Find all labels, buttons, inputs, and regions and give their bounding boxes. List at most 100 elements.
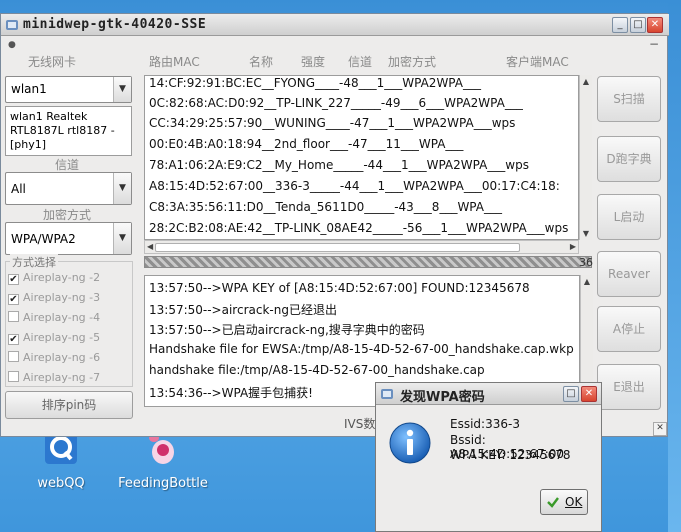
list-item[interactable]: 78:A1:06:2A:E9:C2__My_Home_____-44___1__…: [149, 158, 529, 172]
mode-checkbox[interactable]: Aireplay-ng -7: [8, 371, 100, 384]
channel-label: 信道: [55, 158, 80, 172]
encryption-select[interactable]: WPA/WPA2 ▼: [5, 222, 132, 255]
chevron-down-icon: ▼: [113, 173, 131, 204]
checkbox-box: ✔: [8, 334, 19, 345]
log-line: 13:57:50-->WPA KEY of [A8:15:4D:52:67:00…: [149, 281, 530, 295]
mode-checkbox[interactable]: Aireplay-ng -6: [8, 351, 100, 364]
menu-dot-icon[interactable]: ●: [8, 40, 16, 50]
mode-checkbox-label: Aireplay-ng -7: [23, 371, 101, 384]
mode-checkbox[interactable]: Aireplay-ng -4: [8, 311, 100, 324]
checkmark-icon: [547, 497, 559, 508]
dialog-title-bar[interactable]: 发现WPA密码 □ ✕: [376, 383, 601, 405]
encryption-value: WPA/WPA2: [11, 232, 76, 246]
progress-label: 36: [579, 256, 593, 269]
mode-checkbox[interactable]: ✔ Aireplay-ng -2: [8, 271, 100, 285]
scroll-up-icon[interactable]: ▲: [580, 77, 592, 86]
log-line: 13:57:50-->aircrack-ng已经退出: [149, 303, 337, 317]
mode-checkbox[interactable]: ✔ Aireplay-ng -5: [8, 331, 100, 345]
chevron-down-icon: ▼: [113, 77, 131, 102]
main-window: minidwep-gtk-40420-SSE _ □ ✕ ● − 无线网卡 路由…: [0, 13, 669, 437]
checkbox-box: [8, 371, 19, 382]
interface-select[interactable]: wlan1 ▼: [5, 76, 132, 103]
header-wireless-card: 无线网卡: [28, 55, 77, 69]
scan-button[interactable]: S扫描: [597, 76, 661, 122]
header-router-mac[interactable]: 路由MAC: [149, 53, 200, 70]
log-line: handshake file:/tmp/A8-15-4D-52-67-00_ha…: [149, 363, 485, 377]
network-list-hscrollbar[interactable]: ◀ ▶: [144, 240, 579, 254]
mode-group: 方式选择 ✔ Aireplay-ng -2 ✔ Aireplay-ng -3 Air…: [5, 254, 133, 387]
list-item[interactable]: 28:2C:B2:08:AE:42__TP-LINK_08AE42_____-5…: [149, 221, 568, 235]
scroll-down-icon[interactable]: ▼: [580, 229, 592, 238]
maximize-button[interactable]: □: [630, 17, 646, 33]
window-title: minidwep-gtk-40420-SSE: [23, 17, 207, 32]
app-icon: [381, 389, 393, 399]
close-icon[interactable]: ✕: [653, 422, 667, 436]
log-line: 13:54:36-->WPA握手包捕获!: [149, 386, 313, 400]
header-name[interactable]: 名称: [249, 53, 273, 70]
desktop-icon-label: FeedingBottle: [118, 476, 208, 491]
dialog-key: WPA KEY: 12345678: [450, 448, 571, 462]
scroll-up-icon[interactable]: ▲: [581, 277, 593, 286]
scroll-thumb[interactable]: [155, 243, 520, 252]
interface-info-line: RTL8187L rtl8187 -: [10, 124, 115, 137]
collapse-icon[interactable]: −: [649, 37, 659, 51]
header-encryption[interactable]: 加密方式: [388, 53, 436, 70]
ok-label: OK: [565, 495, 583, 509]
list-item[interactable]: CC:34:29:25:57:90__WUNING____-47___1___W…: [149, 116, 515, 130]
close-button[interactable]: ✕: [581, 386, 597, 402]
mode-checkbox-label: Aireplay-ng -3: [23, 291, 101, 304]
desktop-background: [668, 0, 681, 532]
ok-button[interactable]: OK: [540, 489, 588, 515]
log-line: Handshake file for EWSA:/tmp/A8-15-4D-52…: [149, 342, 574, 356]
log-line: 13:57:50-->已启动aircrack-ng,搜寻字典中的密码: [149, 323, 425, 337]
dialog-essid: Essid:336-3: [450, 417, 520, 431]
app-icon: [6, 20, 18, 30]
header-strength[interactable]: 强度: [301, 53, 325, 70]
maximize-button[interactable]: □: [563, 386, 579, 402]
scroll-left-icon[interactable]: ◀: [147, 242, 153, 251]
interface-info-line: wlan1 Realtek: [10, 110, 88, 123]
mode-label: 方式选择: [10, 254, 58, 270]
network-list[interactable]: 14:CF:92:91:BC:EC__FYONG____-48___1___WP…: [144, 75, 579, 240]
mode-checkbox-label: Aireplay-ng -4: [23, 311, 101, 324]
list-item[interactable]: 0C:82:68:AC:D0:92__TP-LINK_227_____-49__…: [149, 96, 523, 110]
exit-button[interactable]: E退出: [597, 364, 661, 410]
chevron-down-icon: ▼: [113, 223, 131, 254]
mode-checkbox-label: Aireplay-ng -6: [23, 351, 101, 364]
close-button[interactable]: ✕: [647, 17, 663, 33]
launch-button[interactable]: L启动: [597, 194, 661, 240]
header-client-mac[interactable]: 客户端MAC: [506, 53, 569, 70]
progress-bar: [144, 256, 592, 268]
interface-value: wlan1: [11, 82, 47, 96]
wpa-found-dialog: 发现WPA密码 □ ✕ Essid:336-3 Bssid: A8:15:4D:…: [375, 382, 602, 532]
minimize-button[interactable]: _: [612, 17, 628, 33]
dict-button[interactable]: D跑字典: [597, 136, 661, 182]
desktop-icon-label: webQQ: [37, 476, 85, 491]
network-list-scrollbar[interactable]: ▲ ▼: [579, 75, 592, 240]
list-item[interactable]: 00:E0:4B:A0:18:94__2nd_floor___-47___11_…: [149, 137, 463, 151]
list-item[interactable]: A8:15:4D:52:67:00__336-3_____-44___1___W…: [149, 179, 560, 193]
channel-value: All: [11, 182, 26, 196]
title-bar[interactable]: minidwep-gtk-40420-SSE _ □ ✕: [1, 14, 669, 36]
menu-bar: ● −: [1, 36, 669, 52]
interface-info: wlan1 Realtek RTL8187L rtl8187 - [phy1]: [5, 106, 132, 156]
sort-pin-button[interactable]: 排序pin码: [5, 391, 133, 419]
channel-select[interactable]: All ▼: [5, 172, 132, 205]
mode-checkbox-label: Aireplay-ng -2: [23, 271, 101, 284]
checkbox-box: ✔: [8, 294, 19, 305]
list-item[interactable]: C8:3A:35:56:11:D0__Tenda_5611D0_____-43_…: [149, 200, 502, 214]
desktop-icon-feedingbottle[interactable]: FeedingBottle: [108, 430, 218, 491]
mode-checkbox[interactable]: ✔ Aireplay-ng -3: [8, 291, 100, 305]
stop-button[interactable]: A停止: [597, 306, 661, 352]
dialog-title: 发现WPA密码: [400, 390, 485, 405]
list-item[interactable]: 14:CF:92:91:BC:EC__FYONG____-48___1___WP…: [149, 76, 481, 90]
checkbox-box: ✔: [8, 274, 19, 285]
scroll-right-icon[interactable]: ▶: [570, 242, 576, 251]
ivs-label: IVS数: [344, 417, 376, 431]
mode-checkbox-label: Aireplay-ng -5: [23, 331, 101, 344]
desktop-icon-webqq[interactable]: webQQ: [6, 430, 116, 491]
interface-info-line: [phy1]: [10, 138, 47, 151]
reaver-button[interactable]: Reaver: [597, 251, 661, 297]
checkbox-box: [8, 351, 19, 362]
header-channel[interactable]: 信道: [348, 53, 372, 70]
